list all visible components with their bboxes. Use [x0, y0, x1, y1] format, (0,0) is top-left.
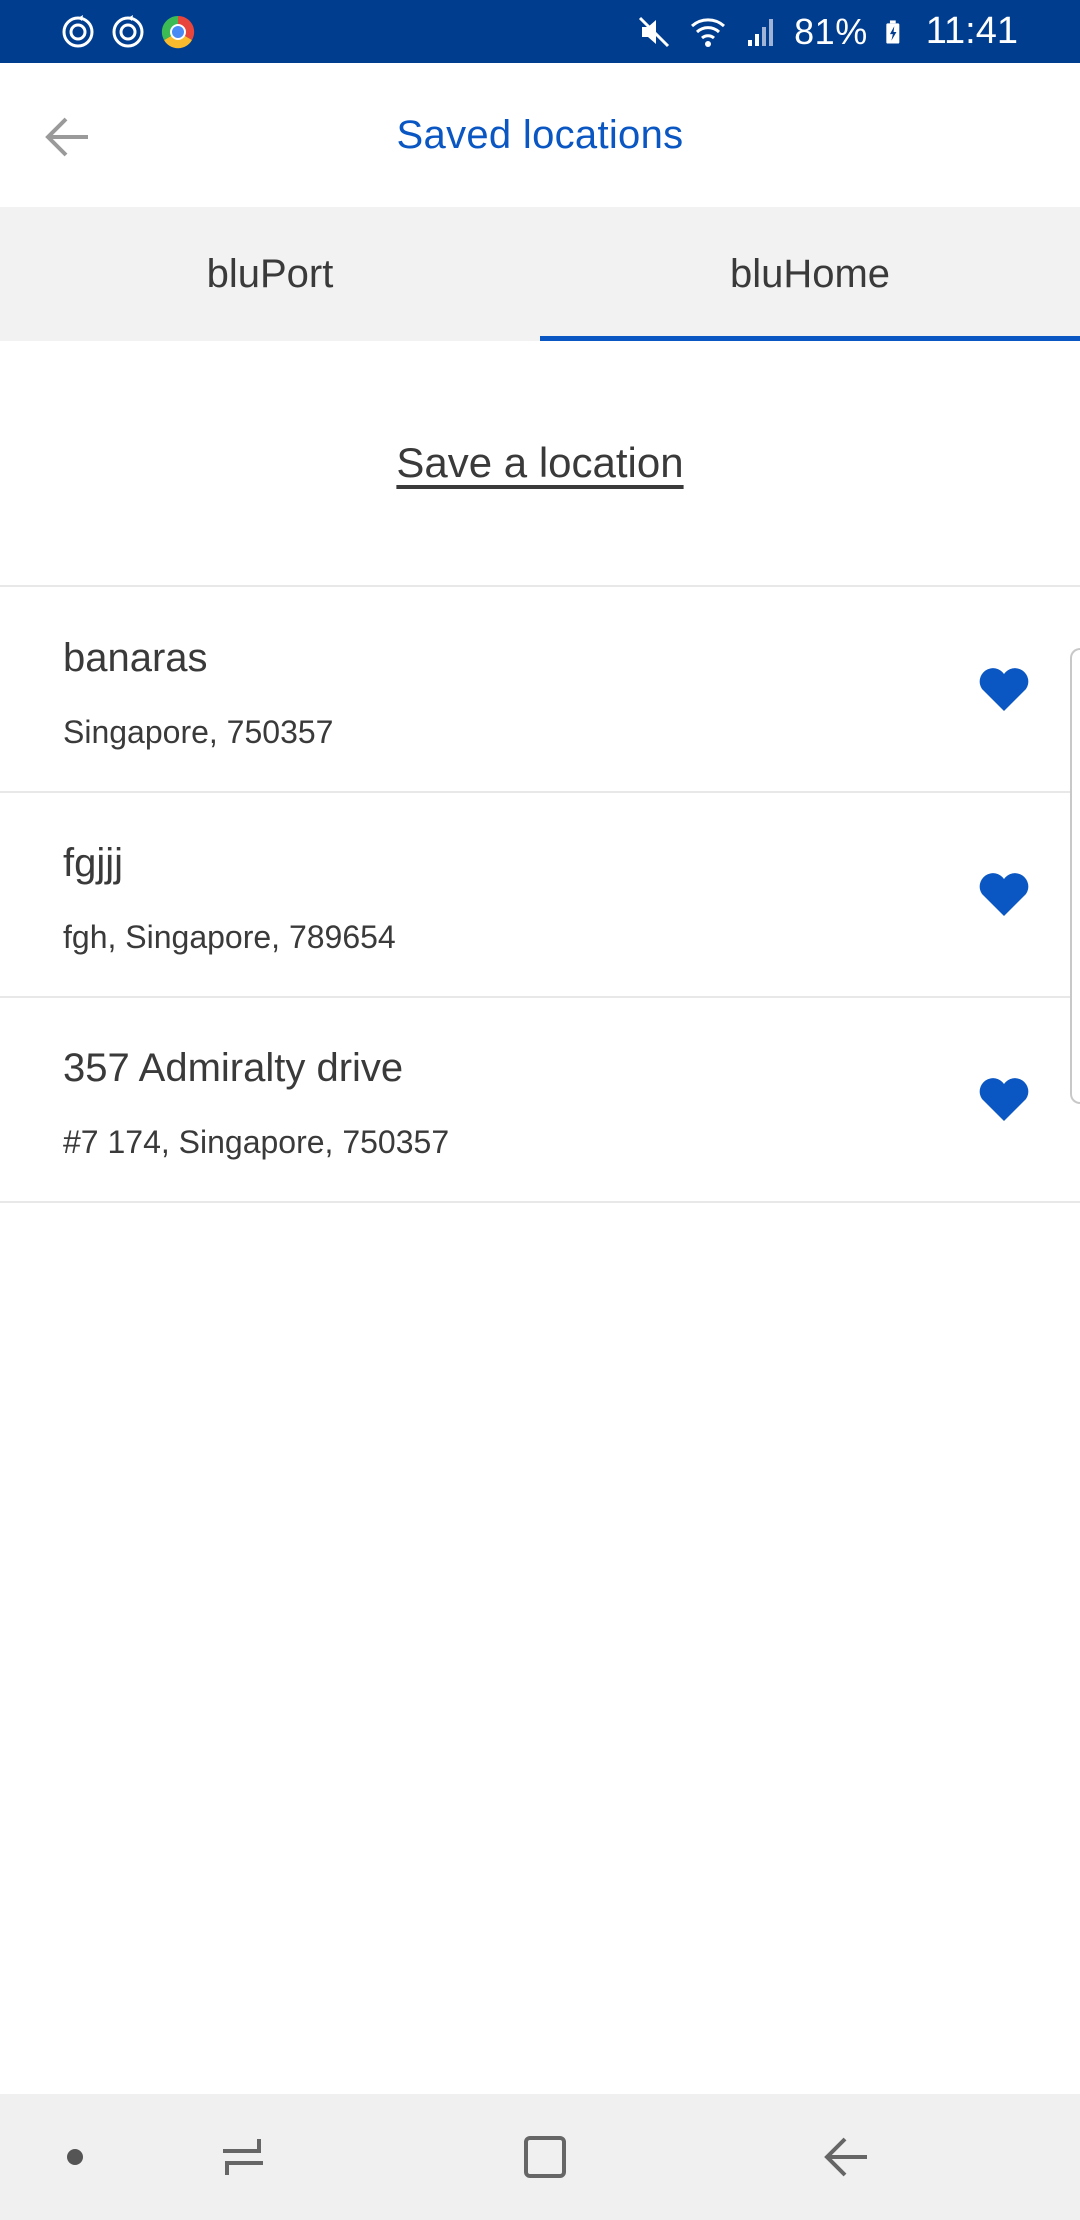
- list-item[interactable]: banaras Singapore, 750357: [0, 588, 1080, 793]
- save-location-section: Save a location: [0, 341, 1080, 587]
- app-bar: Saved locations: [0, 63, 1080, 207]
- clock: 11:41: [925, 10, 1018, 52]
- signal-icon: [748, 18, 774, 46]
- sync-icon: [112, 14, 144, 47]
- status-bar: 81% 11:41: [0, 0, 1080, 63]
- recent-apps-icon: [223, 2139, 263, 2175]
- list-item[interactable]: 357 Admiralty drive #7 174, Singapore, 7…: [0, 998, 1080, 1203]
- heart-icon: [979, 668, 1029, 711]
- status-right-icons: 81% 11:41: [636, 10, 1018, 53]
- wifi-icon: [691, 17, 726, 47]
- location-list: banaras Singapore, 750357 fgjjj fgh, Sin…: [0, 588, 1080, 1203]
- battery-charging-icon: [886, 19, 900, 44]
- location-name: 357 Admiralty drive: [63, 1046, 404, 1090]
- scroll-indicator[interactable]: [1070, 648, 1080, 1104]
- favorite-button[interactable]: [968, 863, 1040, 927]
- save-location-link[interactable]: Save a location: [396, 439, 683, 487]
- battery-percent: 81%: [794, 10, 868, 52]
- location-name: fgjjj: [63, 841, 124, 885]
- home-icon: [524, 2136, 566, 2178]
- favorite-button[interactable]: [968, 658, 1040, 722]
- list-item[interactable]: fgjjj fgh, Singapore, 789654: [0, 793, 1080, 998]
- status-left-icons: [60, 14, 196, 50]
- location-address: #7 174, Singapore, 750357: [63, 1124, 450, 1160]
- tab-bar: bluPort bluHome: [0, 207, 1080, 341]
- location-name: banaras: [63, 636, 208, 680]
- mute-icon: [639, 16, 670, 47]
- heart-icon: [979, 873, 1029, 916]
- dot-icon: [67, 2149, 83, 2165]
- back-icon: [824, 2137, 867, 2177]
- recent-apps-button[interactable]: [188, 2094, 298, 2220]
- tab-bluport[interactable]: bluPort: [0, 207, 540, 341]
- back-button[interactable]: [38, 107, 98, 167]
- tab-bluhome[interactable]: bluHome: [540, 207, 1080, 341]
- location-address: fgh, Singapore, 789654: [63, 919, 396, 955]
- heart-icon: [979, 1078, 1029, 1121]
- favorite-button[interactable]: [968, 1068, 1040, 1132]
- sync-icon: [62, 14, 94, 47]
- page-title: Saved locations: [396, 112, 684, 157]
- nav-dot-button[interactable]: [20, 2094, 130, 2220]
- system-back-button[interactable]: [792, 2094, 902, 2220]
- screen: 81% 11:41 Saved locations bluPort bluHom…: [0, 0, 1080, 2220]
- system-nav-bar: [0, 2094, 1080, 2220]
- chrome-app-icon: [161, 15, 195, 48]
- home-button[interactable]: [490, 2094, 600, 2220]
- location-address: Singapore, 750357: [63, 714, 334, 750]
- arrow-left-icon: [45, 117, 88, 157]
